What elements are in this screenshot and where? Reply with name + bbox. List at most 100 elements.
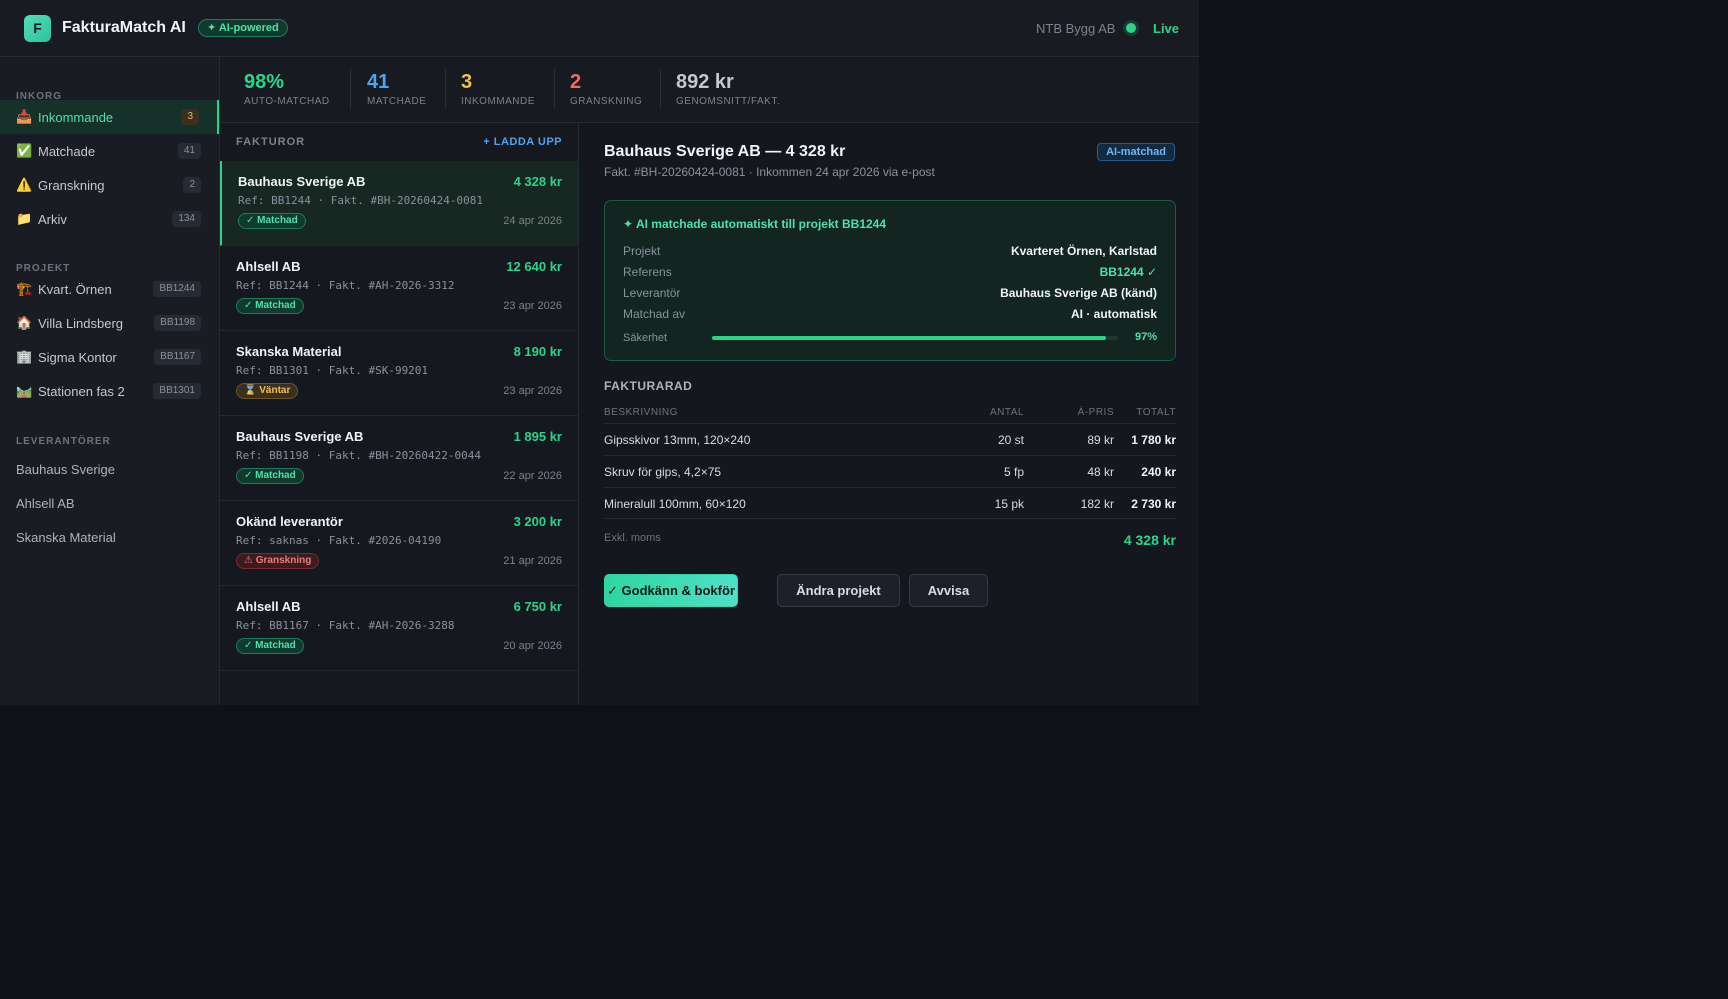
field-value: AI · automatisk [1070, 307, 1157, 321]
sidebar-item-supplier-ahlsell[interactable]: Ahlsell AB [16, 496, 75, 511]
upload-button[interactable]: + LADDA UPP [483, 136, 562, 148]
stats-bar: 98% AUTO-MATCHAD 41 MATCHADE 3 INKOMMAND… [220, 57, 1199, 123]
detail-title: Bauhaus Sverige AB — 4 328 kr [604, 143, 846, 160]
field-key: Matchad av [623, 307, 686, 321]
app-window: F FakturaMatch AI ✦ AI-powered NTB Bygg … [0, 0, 1199, 705]
invoice-amount: 8 190 kr [513, 344, 562, 359]
line-total: 1 780 kr [1131, 433, 1176, 447]
invoice-row[interactable]: Skanska Material 8 190 kr Ref: BB1301 · … [220, 331, 578, 416]
change-project-button[interactable]: Ändra projekt [777, 574, 900, 607]
construction-crane-icon: 🏗️ [16, 281, 33, 296]
invoice-date: 20 apr 2026 [503, 640, 562, 652]
confidence-bar [712, 336, 1118, 340]
stat-divider [554, 69, 555, 109]
folder-icon: 📁 [16, 211, 33, 226]
invoice-row[interactable]: Bauhaus Sverige AB 1 895 kr Ref: BB1198 … [220, 416, 578, 501]
column-header-description: BESKRIVNING [604, 407, 678, 418]
check-mark-icon: ✅ [16, 143, 33, 158]
invoice-supplier: Ahlsell AB [236, 599, 301, 614]
column-header-total: TOTALT [1136, 407, 1176, 418]
project-code-badge: BB1198 [154, 315, 201, 331]
warning-icon: ⚠️ [16, 177, 33, 192]
stat-value: 98% [244, 71, 285, 93]
invoice-date: 23 apr 2026 [503, 300, 562, 312]
project-code-badge: BB1167 [154, 349, 201, 365]
invoice-detail: Bauhaus Sverige AB — 4 328 kr AI-matchad… [579, 123, 1199, 705]
line-description: Mineralull 100mm, 60×120 [604, 497, 746, 511]
count-badge: 41 [177, 143, 201, 159]
stat-value: 41 [367, 71, 390, 93]
invoice-row[interactable]: Ahlsell AB 6 750 kr Ref: BB1167 · Fakt. … [220, 586, 578, 671]
invoice-row[interactable]: Ahlsell AB 12 640 kr Ref: BB1244 · Fakt.… [220, 246, 578, 331]
stat-matched: 41 MATCHADE [367, 71, 426, 111]
sidebar-item-arkiv[interactable]: 📁 Arkiv 134 [0, 202, 219, 236]
invoice-supplier: Bauhaus Sverige AB [236, 429, 364, 444]
stat-label: GRANSKNING [570, 96, 643, 107]
invoice-reference: Ref: BB1244 · Fakt. #BH-20260424-0081 [238, 194, 484, 207]
company-name[interactable]: NTB Bygg AB [1036, 21, 1115, 36]
ai-matched-badge: AI-matchad [1097, 143, 1175, 161]
sidebar-item-label: Stationen fas 2 [38, 384, 125, 399]
approve-button[interactable]: ✓ Godkänn & bokför [604, 574, 738, 607]
stat-divider [660, 69, 661, 109]
count-badge: 2 [183, 177, 201, 193]
status-badge: ✓ Matchad [236, 468, 304, 484]
confidence-value: 97% [1134, 331, 1157, 343]
sidebar-item-project-stationen[interactable]: 🛤️ Stationen fas 2 BB1301 [0, 374, 219, 408]
column-header-quantity: ANTAL [990, 407, 1024, 418]
match-field-project: Projekt Kvarteret Örnen, Karlstad [623, 244, 1157, 260]
match-field-supplier: Leverantör Bauhaus Sverige AB (känd) [623, 286, 1157, 302]
live-status-dot-icon [1126, 23, 1136, 33]
excl-vat-label: Exkl. moms [604, 532, 661, 544]
invoice-date: 22 apr 2026 [503, 470, 562, 482]
invoice-row[interactable]: Okänd leverantör 3 200 kr Ref: saknas · … [220, 501, 578, 586]
sidebar-item-supplier-bauhaus[interactable]: Bauhaus Sverige [16, 462, 115, 477]
field-value: Bauhaus Sverige AB (känd) [1000, 286, 1157, 300]
stat-divider [445, 69, 446, 109]
invoice-amount: 3 200 kr [513, 514, 562, 529]
sidebar-item-supplier-skanska[interactable]: Skanska Material [16, 530, 116, 545]
line-description: Skruv för gips, 4,2×75 [604, 465, 722, 479]
house-icon: 🏠 [16, 315, 33, 330]
invoice-reference: Ref: BB1167 · Fakt. #AH-2026-3288 [236, 619, 455, 632]
field-value: BB1244 ✓ [1099, 265, 1157, 279]
field-key: Projekt [623, 244, 661, 258]
status-badge: ⚠ Granskning [236, 553, 320, 569]
sidebar-item-inkommande[interactable]: 📥 Inkommande 3 [0, 100, 219, 134]
sidebar-item-label: Sigma Kontor [38, 350, 117, 365]
invoice-supplier: Ahlsell AB [236, 259, 301, 274]
app-logo: F [24, 15, 51, 42]
railway-track-icon: 🛤️ [16, 383, 33, 398]
live-status-label: Live [1153, 21, 1180, 36]
line-quantity: 15 pk [994, 497, 1024, 511]
stat-label: MATCHADE [367, 96, 427, 107]
invoice-list: FAKTUROR + LADDA UPP Bauhaus Sverige AB … [220, 123, 579, 705]
invoice-amount: 4 328 kr [513, 174, 562, 189]
invoice-row[interactable]: Bauhaus Sverige AB 4 328 kr Ref: BB1244 … [220, 161, 578, 246]
field-key: Referens [623, 265, 672, 279]
detail-subtitle: Fakt. #BH-20260424-0081 · Inkommen 24 ap… [604, 165, 935, 179]
stat-value: 3 [461, 71, 473, 93]
line-total: 240 kr [1141, 465, 1176, 479]
app-title: FakturaMatch AI [62, 19, 186, 36]
sidebar-item-project-ornen[interactable]: 🏗️ Kvart. Örnen BB1244 [0, 272, 219, 306]
sidebar-item-matchade[interactable]: ✅ Matchade 41 [0, 134, 219, 168]
stat-average: 892 kr GENOMSNITT/FAKT. [676, 71, 780, 111]
count-badge: 134 [172, 211, 201, 227]
sidebar-item-project-lindsberg[interactable]: 🏠 Villa Lindsberg BB1198 [0, 306, 219, 340]
invoice-lines-heading: FAKTURARAD [604, 379, 693, 393]
field-value: Kvarteret Örnen, Karlstad [1010, 244, 1157, 258]
invoice-supplier: Okänd leverantör [236, 514, 343, 529]
sidebar-item-granskning[interactable]: ⚠️ Granskning 2 [0, 168, 219, 202]
sidebar-item-project-sigma[interactable]: 🏢 Sigma Kontor BB1167 [0, 340, 219, 374]
stat-auto-matched: 98% AUTO-MATCHAD [244, 71, 330, 111]
stat-divider [350, 69, 351, 109]
match-field-reference: Referens BB1244 ✓ [623, 265, 1157, 281]
count-badge: 3 [181, 109, 199, 125]
invoice-supplier: Bauhaus Sverige AB [238, 174, 366, 189]
reject-button[interactable]: Avvisa [909, 574, 988, 607]
sidebar-item-label: Inkommande [38, 110, 114, 125]
sidebar-item-label: Granskning [38, 178, 105, 193]
invoice-reference: Ref: saknas · Fakt. #2026-04190 [236, 534, 442, 547]
grand-total: 4 328 kr [1123, 532, 1176, 548]
